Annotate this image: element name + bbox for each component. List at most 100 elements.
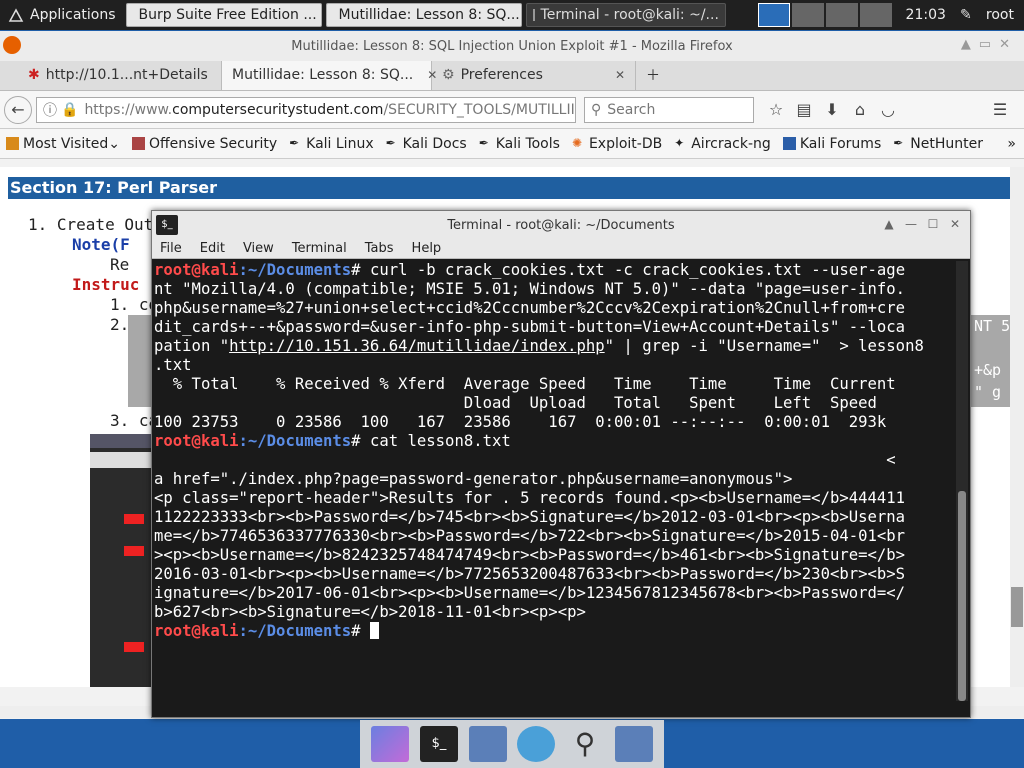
bug-icon: ✱ xyxy=(28,67,40,83)
info-icon: ⓘ xyxy=(43,102,57,119)
terminal-line: b>627<br><b>Signature=</b>2018-11-01<br>… xyxy=(154,603,956,622)
terminal-title: Terminal - root@kali: ~/Documents xyxy=(447,217,675,233)
prompt-user: root@kali xyxy=(154,261,239,279)
output-text: 100 23753 0 23586 100 167 23586 167 0:00… xyxy=(154,413,887,431)
terminal-line: 100 23753 0 23586 100 167 23586 167 0:00… xyxy=(154,413,956,432)
close-icon[interactable]: ✕ xyxy=(946,215,964,233)
output-link: http://10.151.36.64/mutillidae/index.php xyxy=(229,337,605,355)
bookmark-most-visited[interactable]: Most Visited ⌄ xyxy=(6,136,120,152)
firefox-logo-icon xyxy=(3,36,21,54)
re-fragment: Re xyxy=(110,255,130,274)
top-panel: Applications Burp Suite Free Edition ...… xyxy=(0,0,1024,30)
step-two: 2. xyxy=(110,315,130,334)
workspace-4[interactable] xyxy=(859,3,892,27)
desktop-icon[interactable] xyxy=(371,726,410,762)
bookmark-kali-linux[interactable]: ✒ Kali Linux xyxy=(289,136,373,152)
download-icon[interactable]: ⬇ xyxy=(818,96,846,124)
search-input[interactable]: ⚲ Search xyxy=(584,96,754,123)
folder-icon[interactable] xyxy=(468,726,507,762)
menu-file[interactable]: File xyxy=(160,241,182,256)
applications-label: Applications xyxy=(30,7,116,23)
search-icon: ⚲ xyxy=(591,101,602,118)
kali-icon: ✒ xyxy=(385,136,396,150)
bookmark-kali-forums[interactable]: Kali Forums xyxy=(782,136,881,152)
terminal-line: .txt xyxy=(154,356,956,375)
terminal-icon[interactable]: $_ xyxy=(419,726,458,762)
search-magnifier-icon[interactable]: ⚲ xyxy=(566,726,604,762)
browser-compass-icon[interactable] xyxy=(517,726,556,762)
menu-tabs[interactable]: Tabs xyxy=(365,241,394,256)
list-item-create-output: 1. Create Out xyxy=(28,215,154,234)
workspace-2[interactable] xyxy=(791,3,824,27)
url-bar[interactable]: ⓘ 🔒 https://www. computersecuritystudent.… xyxy=(36,96,576,123)
bookmark-exploit-db[interactable]: ✺ Exploit-DB xyxy=(572,136,662,152)
bookmark-nethunter[interactable]: ✒ NetHunter xyxy=(893,136,983,152)
page-scrollbar[interactable] xyxy=(1010,167,1024,687)
task-burp[interactable]: Burp Suite Free Edition ... xyxy=(125,3,322,27)
tab-preferences[interactable]: ⚙ Preferences ✕ xyxy=(432,60,636,90)
pen-icon[interactable]: ✎ xyxy=(954,3,978,27)
output-text: <p class="report-header">Results for . 5… xyxy=(154,489,906,507)
chevron-up-icon[interactable]: ▲ xyxy=(880,215,898,233)
window-controls-icon[interactable]: ▲▭✕ xyxy=(961,37,1018,52)
terminal-line: <p class="report-header">Results for . 5… xyxy=(154,489,956,508)
terminal-line: root@kali:~/Documents# curl -b crack_coo… xyxy=(154,261,956,280)
bookmark-kali-docs[interactable]: ✒ Kali Docs xyxy=(386,136,467,152)
menu-view[interactable]: View xyxy=(243,241,274,256)
home-icon[interactable]: ⌂ xyxy=(846,96,874,124)
terminal-window[interactable]: $_ Terminal - root@kali: ~/Documents ▲ —… xyxy=(151,210,971,718)
output-text: 2016-03-01<br><p><b>Username=</b>7725653… xyxy=(154,565,906,583)
menu-edit[interactable]: Edit xyxy=(200,241,225,256)
output-text: ><p><b>Username=</b>8242325748474749<br>… xyxy=(154,546,906,564)
command-text: curl -b crack_cookies.txt -c crack_cooki… xyxy=(369,261,906,279)
tab-mutillidae[interactable]: Mutillidae: Lesson 8: SQ... ✕ xyxy=(222,60,437,90)
bookmark-aircrack[interactable]: ✦ Aircrack-ng xyxy=(674,136,771,152)
text-cursor xyxy=(369,622,379,639)
pocket-icon[interactable]: ◡ xyxy=(874,96,902,124)
user-label[interactable]: root xyxy=(978,1,1022,29)
applications-menu[interactable]: Applications xyxy=(0,1,124,29)
lock-icon: 🔒 xyxy=(61,101,79,118)
terminal-icon xyxy=(532,9,535,21)
terminal-output[interactable]: root@kali :~/Documents# curl -b crack_coo… xyxy=(154,261,956,701)
overflow-chevron-icon[interactable]: » xyxy=(1007,136,1016,152)
terminal-line: php&username=%27+union+select+ccid%2Cccn… xyxy=(154,299,956,318)
menu-terminal[interactable]: Terminal xyxy=(292,241,347,256)
terminal-titlebar[interactable]: $_ Terminal - root@kali: ~/Documents ▲ —… xyxy=(152,211,970,239)
task-terminal[interactable]: Terminal - root@kali: ~/... xyxy=(525,3,726,27)
workspace-3[interactable] xyxy=(825,3,858,27)
tab-details[interactable]: ✱ http://10.1...nt+Details ✕ xyxy=(18,60,232,90)
task-firefox-label: Mutillidae: Lesson 8: SQ... xyxy=(338,7,520,23)
back-arrow-icon[interactable]: ← xyxy=(4,95,32,124)
workspace-1[interactable] xyxy=(757,3,790,27)
folder-icon[interactable] xyxy=(614,726,653,762)
task-burp-label: Burp Suite Free Edition ... xyxy=(138,7,317,23)
bookmark-kali-tools[interactable]: ✒ Kali Tools xyxy=(479,136,560,152)
task-firefox[interactable]: Mutillidae: Lesson 8: SQ... xyxy=(325,3,522,27)
minimize-icon[interactable]: — xyxy=(902,215,920,233)
bookmark-offensive-security[interactable]: Offensive Security xyxy=(131,136,277,152)
output-text: " | grep -i "Username=" > lesson8 xyxy=(604,337,924,355)
folder-icon xyxy=(6,137,19,150)
prompt-path: :~/Documents xyxy=(238,432,352,450)
reading-list-icon[interactable]: ▤ xyxy=(790,96,818,124)
kali-icon: ✒ xyxy=(289,136,300,150)
maximize-icon[interactable]: ☐ xyxy=(924,215,942,233)
bookmark-star-icon[interactable]: ☆ xyxy=(762,96,790,124)
prompt-sign: # xyxy=(351,432,370,450)
tab-preferences-label: Preferences xyxy=(460,67,543,83)
forums-icon xyxy=(782,137,796,150)
close-tab-icon[interactable]: ✕ xyxy=(615,68,625,82)
hamburger-menu-icon[interactable]: ☰ xyxy=(986,96,1014,124)
terminal-line: 2016-03-01<br><p><b>Username=</b>7725653… xyxy=(154,565,956,584)
dock: $_ ⚲ xyxy=(360,720,664,768)
menu-help[interactable]: Help xyxy=(412,241,442,256)
output-text: me=</b>7746536337776330<br><b>Password=<… xyxy=(154,527,906,545)
offsec-icon xyxy=(131,137,145,150)
bookmarks-toolbar: Most Visited ⌄ Offensive Security ✒ Kali L… xyxy=(0,129,1024,159)
url-domain: computersecuritystudent.com xyxy=(172,101,384,118)
output-text: b>627<br><b>Signature=</b>2018-11-01<br>… xyxy=(154,603,586,621)
terminal-scrollbar[interactable] xyxy=(956,261,968,701)
arrow-marker-icon xyxy=(124,514,144,524)
new-tab-icon[interactable]: ＋ xyxy=(636,60,670,90)
